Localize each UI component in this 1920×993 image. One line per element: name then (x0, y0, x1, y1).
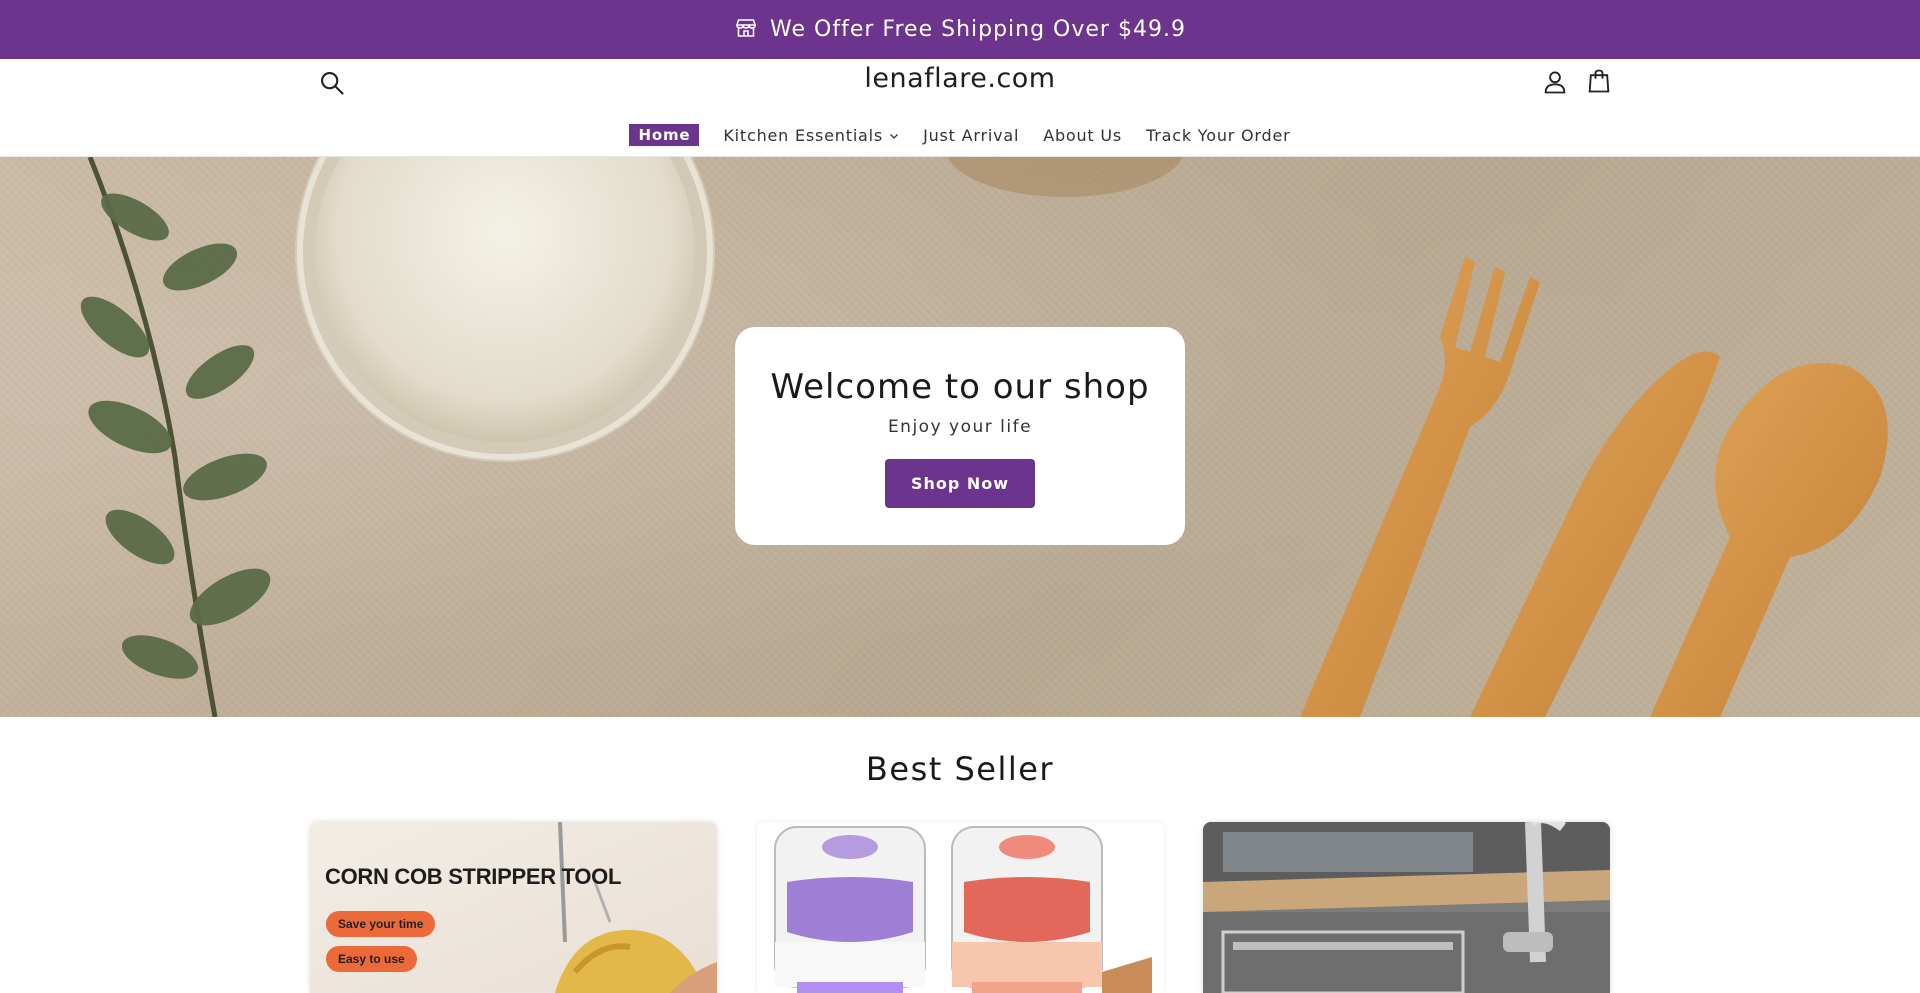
nav-item-about-us[interactable]: About Us (1031, 126, 1134, 145)
product-image-badge: Easy to use (326, 946, 417, 972)
hero-title: Welcome to our shop (770, 367, 1150, 407)
main-nav: Home Kitchen Essentials Just Arrival Abo… (0, 122, 1920, 148)
product-image (757, 822, 1164, 993)
product-card-corn-stripper[interactable]: CORN COB STRIPPER TOOL Save your time Ea… (310, 822, 717, 993)
shop-now-button[interactable]: Shop Now (885, 459, 1035, 508)
product-image-badge: Save your time (326, 911, 436, 937)
nav-item-kitchen-essentials[interactable]: Kitchen Essentials (711, 126, 911, 145)
hero-subtitle: Enjoy your life (887, 417, 1033, 437)
cart-icon[interactable] (1585, 67, 1613, 95)
best-seller-title: Best Seller (865, 750, 1055, 788)
product-card-sink-rack[interactable] (1203, 822, 1610, 993)
announcement-bar: We Offer Free Shipping Over $49.9 (0, 0, 1920, 59)
product-image-headline: CORN COB STRIPPER TOOL (325, 864, 622, 889)
announcement-text: We Offer Free Shipping Over $49.9 (770, 17, 1186, 42)
nav-item-home[interactable]: Home (617, 124, 711, 146)
chevron-down-icon (889, 126, 899, 145)
hero-card: Welcome to our shop Enjoy your life Shop… (735, 327, 1185, 545)
nav-item-label: Kitchen Essentials (723, 125, 884, 145)
nav-item-label: Track Your Order (1146, 125, 1291, 145)
site-logo[interactable]: lenaflare.com (760, 63, 1160, 94)
site-header: lenaflare.com Home Kitchen Essentials Ju… (0, 59, 1920, 157)
storefront-icon (734, 16, 758, 44)
account-icon[interactable] (1541, 68, 1569, 96)
nav-item-track-order[interactable]: Track Your Order (1134, 126, 1302, 145)
hero-banner: Welcome to our shop Enjoy your life Shop… (0, 157, 1920, 717)
nav-item-just-arrival[interactable]: Just Arrival (911, 126, 1031, 145)
search-icon[interactable] (318, 69, 346, 97)
product-image (1203, 822, 1610, 993)
nav-item-label: About Us (1043, 125, 1123, 145)
product-card-containers[interactable] (757, 822, 1164, 993)
nav-item-label: Just Arrival (923, 125, 1020, 145)
nav-item-label: Home (629, 124, 700, 146)
